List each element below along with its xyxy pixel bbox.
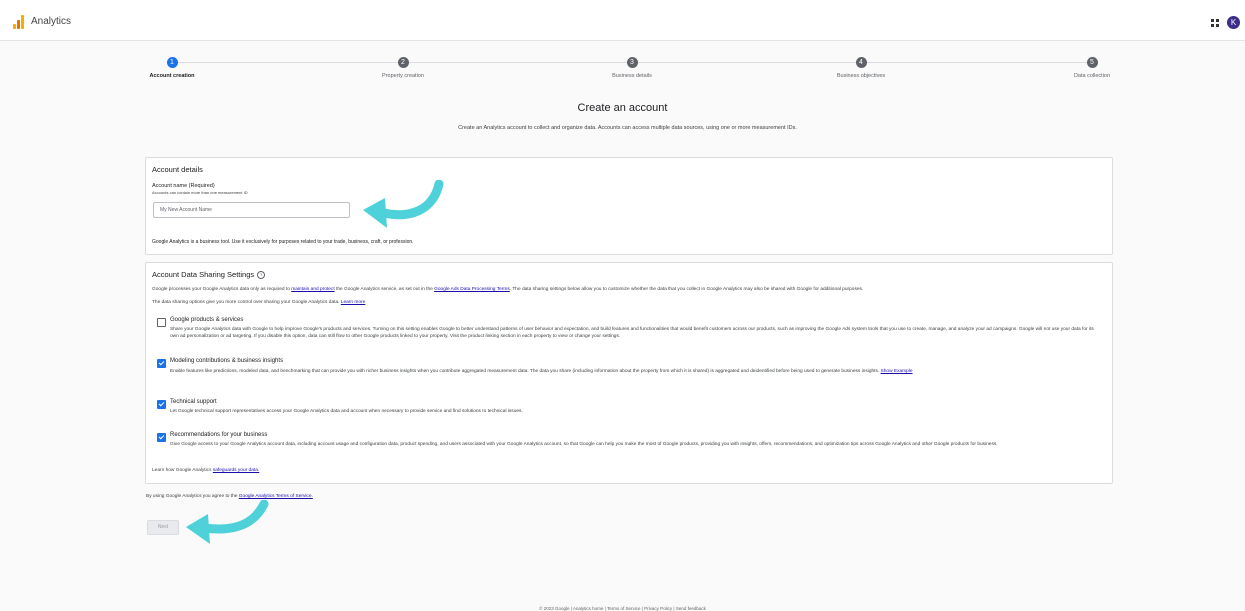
analytics-logo-icon — [13, 15, 25, 29]
account-details-title: Account details — [152, 165, 203, 174]
option-desc-recommendations: Give Google access to your Google Analyt… — [170, 442, 998, 447]
learn-more-link[interactable]: Learn more — [341, 300, 366, 305]
checkbox-technical-support[interactable] — [157, 400, 166, 409]
next-button[interactable]: Next — [147, 520, 179, 535]
option-title-recommendations: Recommendations for your business — [170, 432, 268, 438]
account-name-input[interactable]: My New Account Name — [153, 202, 350, 218]
app-title: Analytics — [31, 16, 72, 27]
option-title-technical-support: Technical support — [170, 399, 217, 405]
page-title: Create an account — [577, 102, 668, 114]
step-account-creation: 1 Account creation — [149, 57, 195, 79]
safeguards-link[interactable]: safeguards your data. — [213, 468, 259, 473]
data-sharing-title: Account Data Sharing Settings? — [152, 270, 266, 280]
option-title-modeling: Modeling contributions & business insigh… — [170, 358, 284, 364]
option-desc-technical-support: Let Google technical support representat… — [170, 409, 523, 414]
account-name-label: Account name (Required) — [152, 183, 215, 189]
step-property-creation: 2 Property creation — [382, 57, 424, 79]
step-business-objectives: 4 Business objectives — [836, 57, 886, 79]
maintain-protect-link[interactable]: maintain and protect — [291, 287, 334, 292]
step-business-details: 3 Business details — [612, 57, 652, 79]
footer-links: © 2023 Google | Analytics home | Terms o… — [539, 606, 706, 611]
checkbox-google-products[interactable] — [157, 318, 166, 327]
page-subtitle: Create an Analytics account to collect a… — [458, 125, 797, 131]
apps-grid-icon[interactable] — [1211, 19, 1219, 27]
ads-terms-link[interactable]: Google Ads Data Processing Terms — [434, 287, 510, 292]
safeguard-text: Learn how Google Analytics safeguards yo… — [152, 468, 260, 473]
show-example-link[interactable]: Show Example — [881, 369, 913, 374]
sharing-control-text: The data sharing options give you more c… — [152, 300, 366, 305]
top-bar: Analytics K — [0, 0, 1245, 41]
annotation-arrow-icon — [186, 500, 269, 544]
checkbox-modeling-contributions[interactable] — [157, 359, 166, 368]
sharing-intro: Google processes your Google Analytics d… — [152, 287, 864, 292]
option-title-google-products: Google products & services — [170, 317, 244, 323]
account-name-hint: Accounts can contain more than one measu… — [152, 190, 248, 195]
help-icon[interactable]: ? — [257, 271, 266, 280]
terms-of-service-link[interactable]: Google Analytics Terms of Service. — [239, 494, 313, 499]
avatar[interactable]: K — [1227, 16, 1240, 29]
checkbox-recommendations[interactable] — [157, 433, 166, 442]
annotation-arrow-icon — [363, 180, 444, 228]
business-tool-notice: Google Analytics is a business tool. Use… — [152, 239, 414, 245]
step-data-collection: 5 Data collection — [1073, 57, 1111, 79]
option-desc-google-products: Share your Google Analytics data with Go… — [170, 327, 1094, 339]
option-desc-modeling: Enable features like predictions, modele… — [170, 369, 913, 374]
terms-text: By using Google Analytics you agree to t… — [146, 494, 313, 499]
